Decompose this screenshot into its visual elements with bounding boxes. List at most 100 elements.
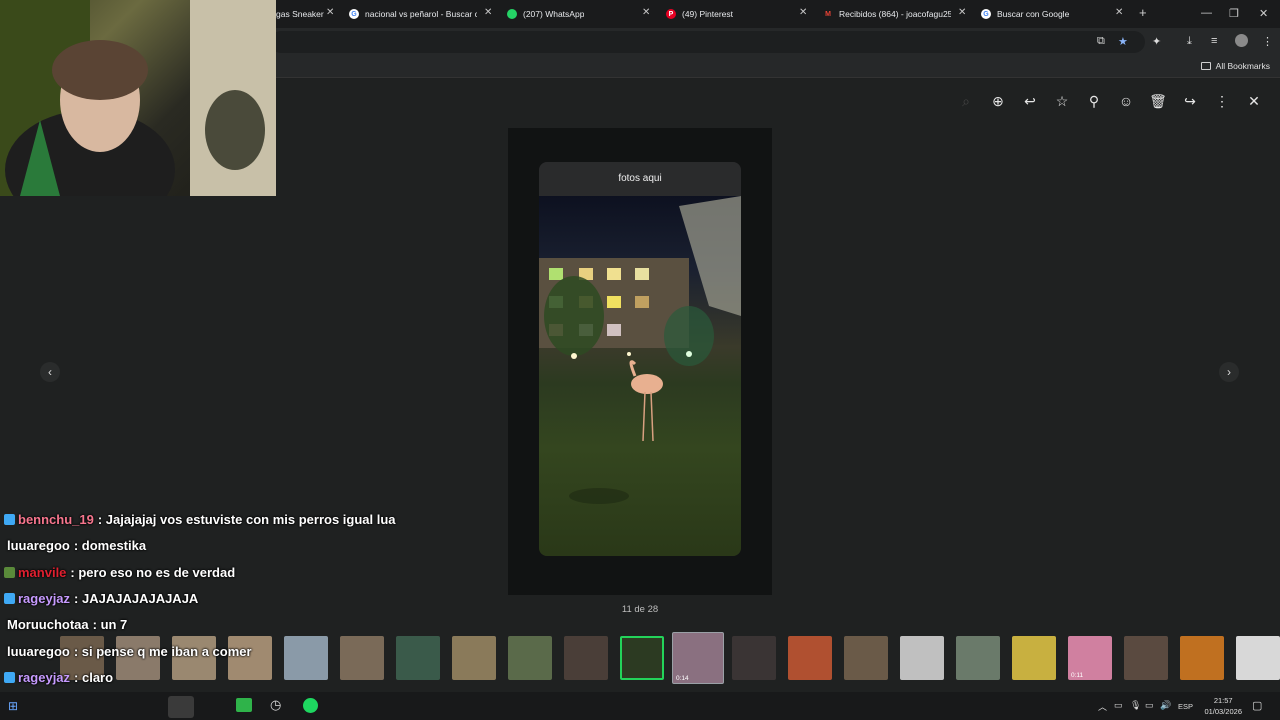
- video-duration: 0:14: [676, 675, 689, 682]
- chat-username: Moruuchotaa: [7, 617, 89, 633]
- chat-message: bennchu_19: Jajajajaj vos estuviste con …: [4, 512, 396, 527]
- chat-message: luuaregoo: si pense q me iban a comer: [4, 644, 252, 659]
- tab-title: gas Sneaker: [276, 9, 324, 19]
- image-thumbnail[interactable]: [284, 636, 328, 680]
- image-thumbnail[interactable]: [900, 636, 944, 680]
- window-close-icon[interactable]: ✕: [1259, 7, 1268, 20]
- image-thumbnail[interactable]: [844, 636, 888, 680]
- tab-1[interactable]: Gnacional vs peñarol - Buscar co: [349, 3, 477, 25]
- chat-badge-icon: [4, 566, 15, 578]
- notifications-icon[interactable]: ▢: [1252, 699, 1262, 712]
- close-icon[interactable]: ✕: [1245, 92, 1263, 110]
- previous-arrow-button[interactable]: ‹: [40, 362, 60, 382]
- install-app-icon[interactable]: ⧉: [1097, 35, 1105, 48]
- profile-avatar[interactable]: [1235, 34, 1248, 47]
- video-thumbnail[interactable]: 0:14: [672, 632, 724, 684]
- webcam-overlay: [0, 0, 276, 196]
- chat-username: rageyjaz: [18, 590, 71, 606]
- pin-icon[interactable]: ⚲: [1085, 92, 1103, 110]
- image-thumbnail[interactable]: [788, 636, 832, 680]
- chat-username: rageyjaz: [18, 669, 71, 685]
- pinterest-icon: P: [666, 9, 676, 19]
- tab-title: nacional vs peñarol - Buscar co: [365, 9, 477, 19]
- more-icon[interactable]: ⋮: [1213, 92, 1231, 110]
- taskbar-clock[interactable]: 21:57 01/03/2026: [1204, 695, 1242, 717]
- delete-icon[interactable]: 🗑: [1149, 92, 1167, 110]
- volume-icon[interactable]: 🔊: [1160, 700, 1171, 711]
- spotify-icon[interactable]: [303, 698, 318, 713]
- emoji-icon[interactable]: ☺: [1117, 92, 1135, 110]
- image-thumbnail[interactable]: [1124, 636, 1168, 680]
- image-thumbnail[interactable]: [1012, 636, 1056, 680]
- image-thumbnail[interactable]: [340, 636, 384, 680]
- network-icon[interactable]: ▭: [1145, 700, 1154, 711]
- all-bookmarks-label: All Bookmarks: [1215, 61, 1270, 71]
- star-icon[interactable]: ☆: [1053, 92, 1071, 110]
- tab-0[interactable]: gas Sneaker: [276, 3, 326, 25]
- new-tab-button[interactable]: +: [1139, 5, 1147, 20]
- image-thumbnail[interactable]: [452, 636, 496, 680]
- video-thumbnail[interactable]: 0:11: [1068, 636, 1112, 680]
- image-thumbnail[interactable]: [956, 636, 1000, 680]
- chat-username: luuaregoo: [7, 643, 70, 659]
- tab-close-icon[interactable]: ✕: [1115, 8, 1123, 18]
- tab-title: Recibidos (864) - joacofagu25: [839, 9, 951, 19]
- image-thumbnail[interactable]: [508, 636, 552, 680]
- language-indicator[interactable]: ESP: [1178, 702, 1193, 711]
- app-taskbar-icon[interactable]: [236, 698, 252, 712]
- media-control-icon[interactable]: ≡: [1211, 35, 1217, 47]
- chat-message: manvile: pero eso no es de verdad: [4, 565, 235, 580]
- address-bar[interactable]: [270, 31, 1145, 53]
- browser-taskbar-icon[interactable]: [168, 696, 194, 718]
- folder-icon: [1200, 62, 1211, 70]
- tab-2[interactable]: (207) WhatsApp: [507, 3, 647, 25]
- microphone-icon[interactable]: 🎙: [1130, 700, 1141, 711]
- flamingo-photo: [539, 196, 741, 556]
- start-icon[interactable]: ⊞: [8, 699, 18, 713]
- chat-text: : Jajajajaj vos estuviste con mis perros…: [97, 512, 396, 527]
- forward-icon[interactable]: ↪: [1181, 92, 1199, 110]
- chat-badge-icon: [4, 514, 15, 525]
- tab-close-icon[interactable]: ✕: [326, 8, 334, 18]
- extensions-icon[interactable]: ✦: [1152, 35, 1161, 48]
- chat-text: : domestika: [73, 538, 147, 554]
- chat-text: : JAJAJAJAJAJAJA: [74, 590, 199, 606]
- zoom-in-icon[interactable]: ⊕: [989, 92, 1007, 110]
- tab-close-icon[interactable]: ✕: [958, 8, 966, 18]
- tab-title: (49) Pinterest: [682, 9, 734, 19]
- chat-badge-icon: [4, 592, 15, 604]
- tab-5[interactable]: G Buscar con Google: [981, 3, 1111, 25]
- tab-4[interactable]: M Recibidos (864) - joacofagu25: [823, 3, 951, 25]
- image-thumbnail[interactable]: [1180, 636, 1224, 680]
- chat-message: rageyjaz: claro: [4, 670, 113, 685]
- show-hidden-icons-icon[interactable]: ︿: [1098, 700, 1107, 713]
- chat-username: manvile: [18, 564, 67, 580]
- tab-close-icon[interactable]: ✕: [642, 8, 650, 18]
- image-thumbnail[interactable]: [1236, 636, 1280, 680]
- chat-username: luuaregoo: [7, 538, 70, 554]
- next-arrow-button[interactable]: ›: [1219, 362, 1239, 382]
- google-icon: G: [981, 9, 991, 19]
- chat-message: luuaregoo: domestika: [4, 538, 146, 553]
- image-thumbnail[interactable]: [396, 636, 440, 680]
- story-screenshot: fotos aqui: [539, 162, 741, 556]
- image-thumbnail[interactable]: [564, 636, 608, 680]
- google-icon: G: [349, 9, 359, 19]
- clock-date: 01/03/2026: [1204, 707, 1242, 716]
- chat-username: bennchu_19: [18, 512, 94, 527]
- tab-3[interactable]: P (49) Pinterest: [666, 3, 796, 25]
- clock-app-icon[interactable]: ◷: [270, 697, 281, 713]
- bookmark-star-icon[interactable]: ★: [1118, 35, 1128, 48]
- download-icon[interactable]: ⤓: [1187, 35, 1192, 48]
- image-thumbnail[interactable]: [620, 636, 664, 680]
- night-garden-illustration: [539, 196, 741, 504]
- browser-menu-icon[interactable]: ⋮: [1262, 35, 1273, 48]
- all-bookmarks-button[interactable]: All Bookmarks: [1200, 61, 1270, 71]
- gmail-icon: M: [825, 10, 831, 18]
- restore-icon[interactable]: ❐: [1229, 7, 1239, 20]
- reply-icon[interactable]: ↩: [1021, 92, 1039, 110]
- tab-close-icon[interactable]: ✕: [484, 8, 492, 18]
- image-thumbnail[interactable]: [732, 636, 776, 680]
- tab-close-icon[interactable]: ✕: [799, 8, 807, 18]
- minimize-icon[interactable]: —: [1201, 7, 1212, 19]
